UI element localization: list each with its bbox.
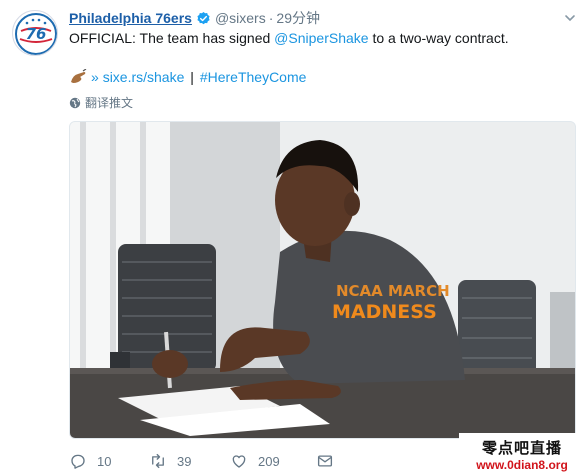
url-link[interactable]: sixe.rs/shake bbox=[103, 69, 185, 85]
site-watermark: 零点吧直播 www.0dian8.org bbox=[459, 433, 585, 475]
like-button[interactable]: 209 bbox=[230, 452, 316, 470]
writing-hand-emoji-icon bbox=[71, 69, 87, 83]
account-avatar[interactable]: 76 bbox=[12, 10, 58, 56]
verified-badge-icon bbox=[197, 11, 210, 24]
link-prefix: » bbox=[91, 69, 103, 85]
tweet-text: OFFICIAL: The team has signed @SniperSha… bbox=[69, 29, 509, 47]
tweet-text-prefix: OFFICIAL: The team has signed bbox=[69, 30, 275, 46]
link-separator: | bbox=[186, 69, 198, 85]
hashtag-link[interactable]: #HereTheyCome bbox=[200, 69, 307, 85]
tweet-photo[interactable]: NCAA MARCH MADNESS bbox=[69, 121, 576, 439]
reply-count: 10 bbox=[97, 453, 112, 469]
tweet-timestamp[interactable]: 29分钟 bbox=[276, 8, 320, 28]
direct-message-button[interactable] bbox=[316, 452, 344, 470]
envelope-icon bbox=[317, 455, 333, 467]
reply-icon bbox=[71, 454, 85, 469]
tweet-link-line: » sixe.rs/shake | #HereTheyCome bbox=[69, 68, 306, 86]
retweet-button[interactable]: 39 bbox=[149, 452, 230, 470]
tweet-actions: 10 39 209 bbox=[69, 452, 344, 470]
mention-link[interactable]: @SniperShake bbox=[274, 30, 368, 46]
heart-icon bbox=[232, 455, 246, 468]
globe-icon bbox=[69, 97, 81, 108]
account-handle[interactable]: @sixers bbox=[215, 10, 266, 26]
retweet-count: 39 bbox=[177, 453, 192, 469]
svg-text:76: 76 bbox=[26, 25, 47, 43]
translate-tweet-button[interactable]: 翻译推文 bbox=[69, 94, 133, 111]
account-name[interactable]: Philadelphia 76ers bbox=[69, 10, 192, 26]
reply-button[interactable]: 10 bbox=[69, 452, 149, 470]
shirt-text-line2: MADNESS bbox=[332, 301, 437, 323]
translate-label: 翻译推文 bbox=[85, 96, 134, 110]
chevron-down-icon[interactable] bbox=[563, 11, 577, 25]
watermark-line1: 零点吧直播 bbox=[481, 440, 562, 457]
photo-signing-scene: NCAA MARCH MADNESS bbox=[70, 122, 575, 438]
watermark-line2: www.0dian8.org bbox=[476, 458, 568, 472]
76ers-logo-icon: 76 bbox=[15, 13, 57, 55]
tweet-text-suffix: to a two-way contract. bbox=[368, 30, 509, 46]
retweet-icon bbox=[152, 453, 164, 469]
separator-dot: · bbox=[268, 10, 274, 26]
tweet-header: Philadelphia 76ers @sixers · 29分钟 bbox=[69, 9, 320, 27]
like-count: 209 bbox=[258, 453, 280, 469]
shirt-text-line1: NCAA MARCH bbox=[336, 282, 450, 300]
